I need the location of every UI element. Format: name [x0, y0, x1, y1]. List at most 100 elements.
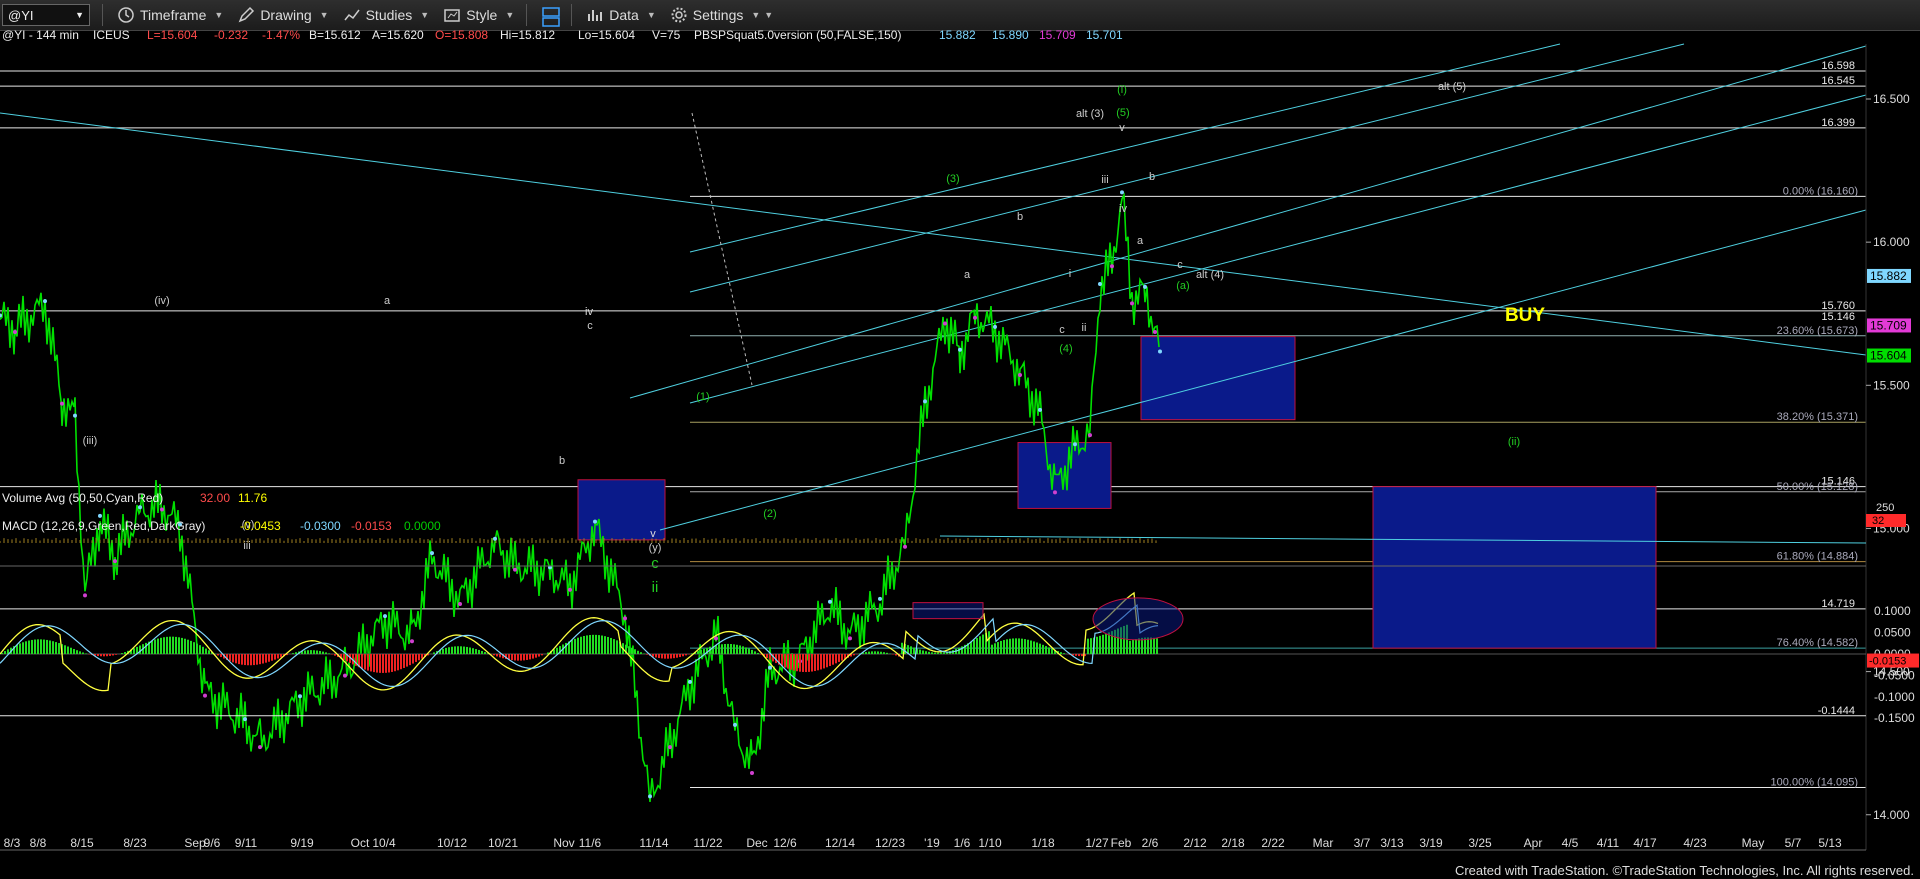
symbol-selector[interactable]: @YI ▼: [2, 4, 90, 26]
studies-button[interactable]: Studies ▼: [343, 6, 430, 24]
swing-high-marker: [958, 347, 962, 352]
volume-value-2: 11.76: [238, 491, 267, 505]
chart-area[interactable]: 16.59816.54516.39915.76015.14614.7190.00…: [0, 30, 1920, 879]
macd-tick-label: -0.0500: [1874, 668, 1915, 682]
clock-icon: [117, 6, 135, 24]
macd-tick-label: -0.1000: [1874, 690, 1915, 704]
wave-label: (iv): [154, 295, 169, 307]
swing-high-marker: [593, 519, 597, 524]
wave-label: a: [384, 295, 391, 307]
swing-low-marker: [668, 745, 672, 750]
swing-low-marker: [568, 587, 572, 592]
x-axis-label: Mar: [1313, 836, 1334, 850]
swing-high-marker: [1120, 190, 1124, 195]
x-axis-label: 2/22: [1261, 836, 1285, 850]
macd-hline-label: -0.1444: [1818, 705, 1855, 717]
buy-zone-label: BUY: [1505, 305, 1545, 326]
wave-label: ii: [652, 579, 659, 596]
volume-axis-label: 250: [1876, 502, 1894, 514]
volume-badge: 32: [1872, 515, 1884, 527]
target-box: [1140, 336, 1296, 421]
layout-button[interactable]: [541, 6, 561, 27]
wave-label: iii: [1101, 174, 1108, 186]
chevron-down-icon: ▼: [505, 10, 515, 20]
exchange-label: ICEUS: [93, 30, 130, 42]
wave-label: (5): [1116, 107, 1129, 119]
swing-low-marker: [750, 770, 754, 775]
data-label: Data: [609, 7, 639, 23]
x-axis-label: 8/23: [123, 836, 147, 850]
x-axis-label: 1/10: [978, 836, 1002, 850]
x-axis-label: 2/6: [1142, 836, 1159, 850]
data-button[interactable]: Data ▼: [586, 6, 656, 24]
study-value-2: 15.890: [992, 30, 1029, 42]
open-price: O=15.808: [435, 30, 488, 42]
swing-high-marker: [1143, 284, 1147, 289]
swing-low-marker: [1110, 264, 1114, 269]
swing-high-marker: [923, 399, 927, 404]
pct-change: -1.47%: [262, 30, 300, 42]
x-axis-label: 3/13: [1380, 836, 1404, 850]
wave-label: (2): [763, 508, 776, 520]
fib-level-label: 76.40% (14.582): [1777, 637, 1858, 649]
macd-highlight-box: [912, 602, 984, 620]
x-axis-label: Apr: [1524, 836, 1543, 850]
swing-low-marker: [343, 673, 347, 678]
fib-level-label: 38.20% (15.371): [1777, 411, 1858, 423]
style-label: Style: [466, 7, 498, 23]
x-axis-label: 4/5: [1562, 836, 1579, 850]
swing-low-marker: [1153, 330, 1157, 335]
symbol-title: @YI - 144 min: [2, 30, 79, 42]
swing-high-marker: [1098, 281, 1102, 286]
price-badge: 15.709: [1870, 318, 1907, 332]
settings-button[interactable]: Settings ▼: [670, 6, 761, 24]
settings-label: Settings: [692, 7, 744, 23]
wave-label: v: [1119, 122, 1125, 134]
x-axis-label: 10/4: [372, 836, 396, 850]
price-level-label: 14.719: [1821, 598, 1855, 610]
swing-high-marker: [243, 717, 247, 722]
swing-high-marker: [43, 299, 47, 304]
macd-value-3: -0.0153: [351, 519, 392, 533]
price-tick-label: 14.000: [1873, 808, 1910, 822]
last-price: L=15.604: [147, 30, 198, 42]
price-level-label: 16.545: [1821, 75, 1855, 87]
x-axis-label: 4/11: [1597, 836, 1620, 850]
price-tick-label: 16.500: [1873, 92, 1910, 106]
pencil-icon: [237, 6, 255, 24]
x-axis-label: 5/7: [1785, 836, 1802, 850]
timeframe-button[interactable]: Timeframe ▼: [117, 6, 223, 24]
macd-study-label: MACD (12,26,9,Green,Red,DarkGray): [2, 519, 205, 533]
wave-label: b: [559, 455, 565, 467]
wave-label: c: [587, 320, 593, 332]
chevron-down-icon: ▼: [751, 10, 761, 20]
style-button[interactable]: Style ▼: [443, 6, 514, 24]
wave-label: (4): [1059, 343, 1072, 355]
swing-low-marker: [513, 567, 517, 572]
volume-value: V=75: [652, 30, 681, 42]
net-change: -0.232: [214, 30, 248, 42]
swing-low-marker: [113, 559, 117, 564]
x-axis-label: 11/14: [639, 836, 668, 850]
swing-high-marker: [1158, 349, 1162, 354]
chevron-down-icon: ▼: [319, 10, 329, 20]
chevron-down-icon: ▼: [420, 10, 430, 20]
swing-low-marker: [1018, 372, 1022, 377]
price-badge: 15.882: [1870, 269, 1907, 283]
bar-chart-icon: [586, 6, 604, 24]
drawing-button[interactable]: Drawing ▼: [237, 6, 329, 24]
toolbar: @YI ▼ Timeframe ▼ Drawing ▼ Studies ▼ Style…: [0, 0, 1920, 31]
x-axis-label: 2/18: [1221, 836, 1245, 850]
swing-low-marker: [258, 745, 262, 750]
swing-high-marker: [138, 505, 142, 510]
high-price: Hi=15.812: [500, 30, 555, 42]
swing-high-marker: [733, 722, 737, 727]
macd-value-2: -0.0300: [300, 519, 341, 533]
toolbar-overflow-icon[interactable]: ▼: [764, 10, 773, 20]
ask-price: A=15.620: [372, 30, 424, 42]
swing-low-marker: [973, 315, 977, 320]
timeframe-label: Timeframe: [140, 7, 207, 23]
swing-high-marker: [298, 694, 302, 699]
trend-line: [689, 43, 1685, 293]
chevron-down-icon: ▼: [646, 10, 656, 20]
